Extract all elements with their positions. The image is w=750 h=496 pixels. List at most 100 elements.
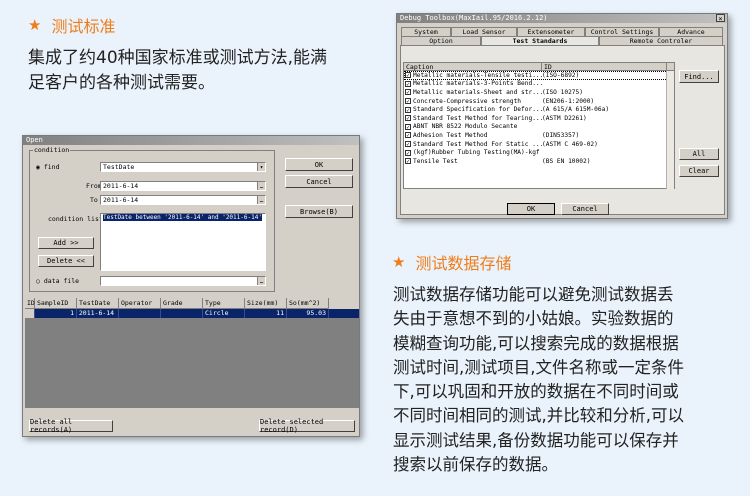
list-item[interactable]: ✓ Metallic materials-3-Points Bend... [404,80,674,89]
to-date-field[interactable]: 2011-6-14 … [100,195,266,205]
from-date-field[interactable]: 2011-6-14 … [100,181,266,191]
to-label: To [90,196,98,204]
checkbox[interactable]: ✓ [405,132,411,139]
data-file-radio[interactable]: ○ data file [36,277,79,285]
list-item[interactable]: ✓ Concrete-Compressive strength (EN206-1:2… [404,97,674,106]
list-item-caption: Metallic materials-3-Points Bend... [413,80,542,88]
grid-cell: 2011-6-14 [77,309,119,318]
list-item-caption: Standard Test Method For Static ... [413,140,542,148]
grid-column-header[interactable]: Grade [161,298,203,309]
checkbox[interactable]: ✓ [405,80,411,87]
to-value: 2011-6-14 [103,196,139,204]
checkbox[interactable]: ✓ [405,149,411,156]
dialog-title: Debug Toolbox(MaxIail.95/2016.2.12) [400,14,548,22]
list-item-caption: ABNT NBR 8522 Modulo Secante [413,123,518,131]
grid-column-header[interactable]: So(mm^2) [287,298,329,309]
list-item-caption: Standard Test Method for Tearing... [413,114,542,122]
condition-list-box[interactable]: TestDate between '2011-6-14' and '2011-6… [100,213,266,271]
tab-test-standards[interactable]: Test Standards [481,36,599,45]
checkbox[interactable]: ✓ [405,158,411,165]
grid-column-header[interactable]: Operator [119,298,161,309]
cancel-button[interactable]: Cancel [285,175,353,188]
list-item[interactable]: ✓ Metallic materials-Tensile testi... (ISO… [404,71,674,80]
browse-button[interactable]: Browse(B) [285,205,353,218]
list-item[interactable]: ✓ Standard Test Method For Static ... (AST… [404,140,674,149]
grid-column-header[interactable]: Size(mm) [245,298,287,309]
column-header-id[interactable]: ID [542,63,667,71]
list-item-id: (ISO-6892) [542,71,580,79]
grid-cell: Circle [203,309,245,318]
list-item[interactable]: ✓ Standard Specification for Defor... (A 6… [404,105,674,114]
checkbox[interactable]: ✓ [405,115,411,122]
grid-cell: 1 [35,309,77,318]
table-row[interactable]: 1 2011-6-14 Circle 11 95.03 [25,309,359,318]
find-select[interactable]: TestDate ▾ [100,162,266,172]
find-label: find [43,163,60,171]
tab-system[interactable]: System [401,27,451,36]
tab-load-sensor[interactable]: Load Sensor [451,27,517,36]
find-value: TestDate [103,163,135,171]
checkbox[interactable]: ✓ [405,106,411,113]
grid-cell: 11 [245,309,287,318]
delete-all-records-button[interactable]: Delete all records(A) [29,418,113,434]
grid-cell [161,309,203,318]
list-scrollbar[interactable] [666,71,674,189]
checkbox[interactable]: ✓ [405,98,411,105]
cancel-button[interactable]: Cancel [561,203,609,215]
heading-text: 测试标准 [51,17,116,36]
checkbox[interactable]: ✓ [405,141,411,148]
checkbox[interactable]: ✓ [405,89,411,96]
ok-button[interactable]: OK [507,203,555,215]
grid-column-header[interactable]: ID [25,298,35,309]
data-file-field[interactable]: … [100,276,266,286]
chevron-down-icon[interactable]: … [257,182,265,190]
grid-column-header[interactable]: SampleID [35,298,77,309]
chevron-down-icon[interactable]: … [257,196,265,204]
clear-button[interactable]: Clear [679,165,719,177]
tab-row-1: System Load Sensor Extensometer Control … [401,27,723,36]
grid-column-header[interactable]: Type [203,298,245,309]
grid-column-header[interactable]: TestDate [77,298,119,309]
paragraph-line: 不同时间相同的测试,并比较和分析,可以 [393,406,684,426]
find-radio[interactable]: ◉ find [36,163,59,171]
list-item[interactable]: ✓ Standard Test Method for Tearing... (AST… [404,114,674,123]
paragraph-line: 搜索以前保存的数据。 [393,455,558,475]
standards-list[interactable]: Caption ID ✓ Metallic materials-Tensile t… [403,62,675,189]
list-item[interactable]: ✓ Tensile Test (BS EN 10002) [404,157,674,166]
paragraph-line: 测试时间,测试项目,文件名称或一定条件 [393,357,684,377]
list-item[interactable]: ✓ (kgf)Rubber Tubing Testing(MA)-kgf [404,148,674,157]
ok-button[interactable]: OK [285,158,353,171]
paragraph-line: 显示测试结果,备份数据功能可以保存并 [393,430,679,450]
delete-selected-record-button[interactable]: Delete selected record(D) [259,418,355,434]
browse-dots-icon[interactable]: … [257,277,265,285]
list-item-id: (DIN53357) [542,131,580,139]
checkbox[interactable]: ✓ [405,72,411,79]
list-item[interactable]: ✓ ABNT NBR 8522 Modulo Secante [404,123,674,132]
column-header-caption[interactable]: Caption [404,63,542,71]
list-item[interactable]: ✓ Adhesion Test Method (DIN53357) [404,131,674,140]
paragraph-line: 测试数据存储功能可以避免测试数据丢 [393,285,674,304]
chevron-down-icon[interactable]: ▾ [257,163,265,171]
debug-toolbox-dialog: Debug Toolbox(MaxIail.95/2016.2.12) × Sy… [396,13,728,219]
all-button[interactable]: All [679,148,719,160]
dialog-title: Open [23,136,359,145]
tab-control-settings[interactable]: Control Settings [585,27,659,36]
grid-header: ID SampleID TestDate Operator Grade Type… [25,298,359,309]
close-icon[interactable]: × [716,14,725,23]
add-button[interactable]: Add >> [38,237,94,249]
condition-list-label: condition list [48,215,103,223]
checkbox[interactable]: ✓ [405,123,411,130]
data-file-label: data file [43,277,80,285]
dialog-titlebar: Debug Toolbox(MaxIail.95/2016.2.12) × [397,14,727,23]
find-button[interactable]: Find... [679,70,719,83]
tab-option[interactable]: Option [401,36,481,45]
condition-group: condition ◉ find TestDate ▾ From 2011-6-… [29,146,275,292]
tab-advance[interactable]: Advance [659,27,723,36]
tab-extensometer[interactable]: Extensometer [517,27,585,36]
section-heading-data-storage: ★ 测试数据存储 [392,250,511,274]
group-label: condition [33,146,71,154]
delete-button[interactable]: Delete << [38,255,94,267]
tab-remote-controler[interactable]: Remote Controler [599,36,723,45]
condition-list-item[interactable]: TestDate between '2011-6-14' and '2011-6… [103,214,262,221]
list-item[interactable]: ✓ Metallic materials-Sheet and str... (ISO… [404,88,674,97]
